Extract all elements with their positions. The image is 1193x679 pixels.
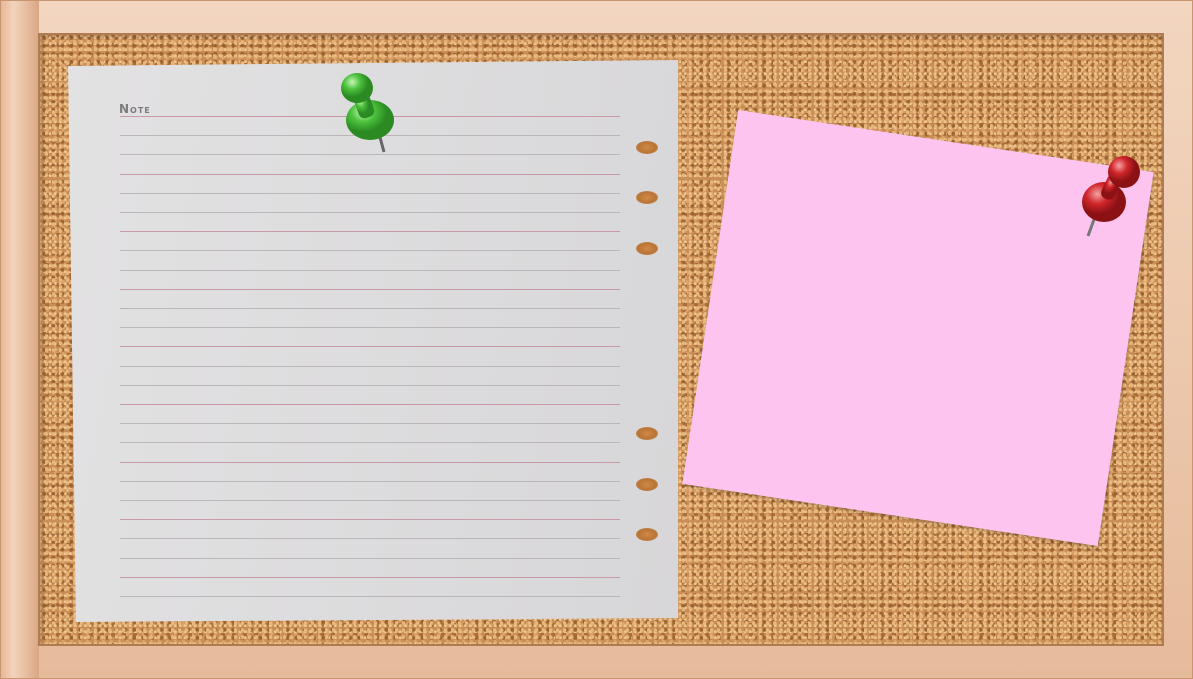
ruled-line	[120, 327, 620, 329]
ruled-line	[120, 596, 620, 597]
binder-hole	[636, 242, 658, 255]
binder-hole	[636, 191, 658, 204]
binder-hole	[636, 528, 658, 541]
ruled-line	[120, 480, 620, 482]
ruled-line	[120, 404, 620, 405]
ruled-line	[120, 212, 620, 213]
ruled-line	[120, 423, 620, 425]
ruled-line	[120, 500, 620, 501]
ruled-line	[120, 269, 620, 271]
binder-hole	[636, 478, 658, 491]
ruled-line	[120, 250, 620, 252]
red-pushpin-icon	[1082, 156, 1140, 237]
ruled-line	[120, 442, 620, 444]
note-label: Note	[119, 102, 151, 116]
ruled-line	[120, 576, 620, 578]
ruled-line	[120, 519, 620, 521]
ruled-line	[120, 192, 620, 194]
ruled-line	[120, 173, 620, 175]
ruled-line	[120, 538, 620, 540]
ruled-line	[120, 557, 620, 559]
ruled-line	[120, 384, 620, 386]
ruled-line	[120, 231, 620, 233]
ruled-line	[120, 461, 620, 463]
ruled-line	[120, 365, 620, 367]
binder-hole	[636, 141, 658, 154]
green-pushpin-icon	[341, 73, 394, 153]
binder-hole	[636, 427, 658, 440]
ruled-line	[120, 308, 620, 309]
ruled-line	[120, 346, 620, 348]
ruled-line	[120, 288, 620, 290]
